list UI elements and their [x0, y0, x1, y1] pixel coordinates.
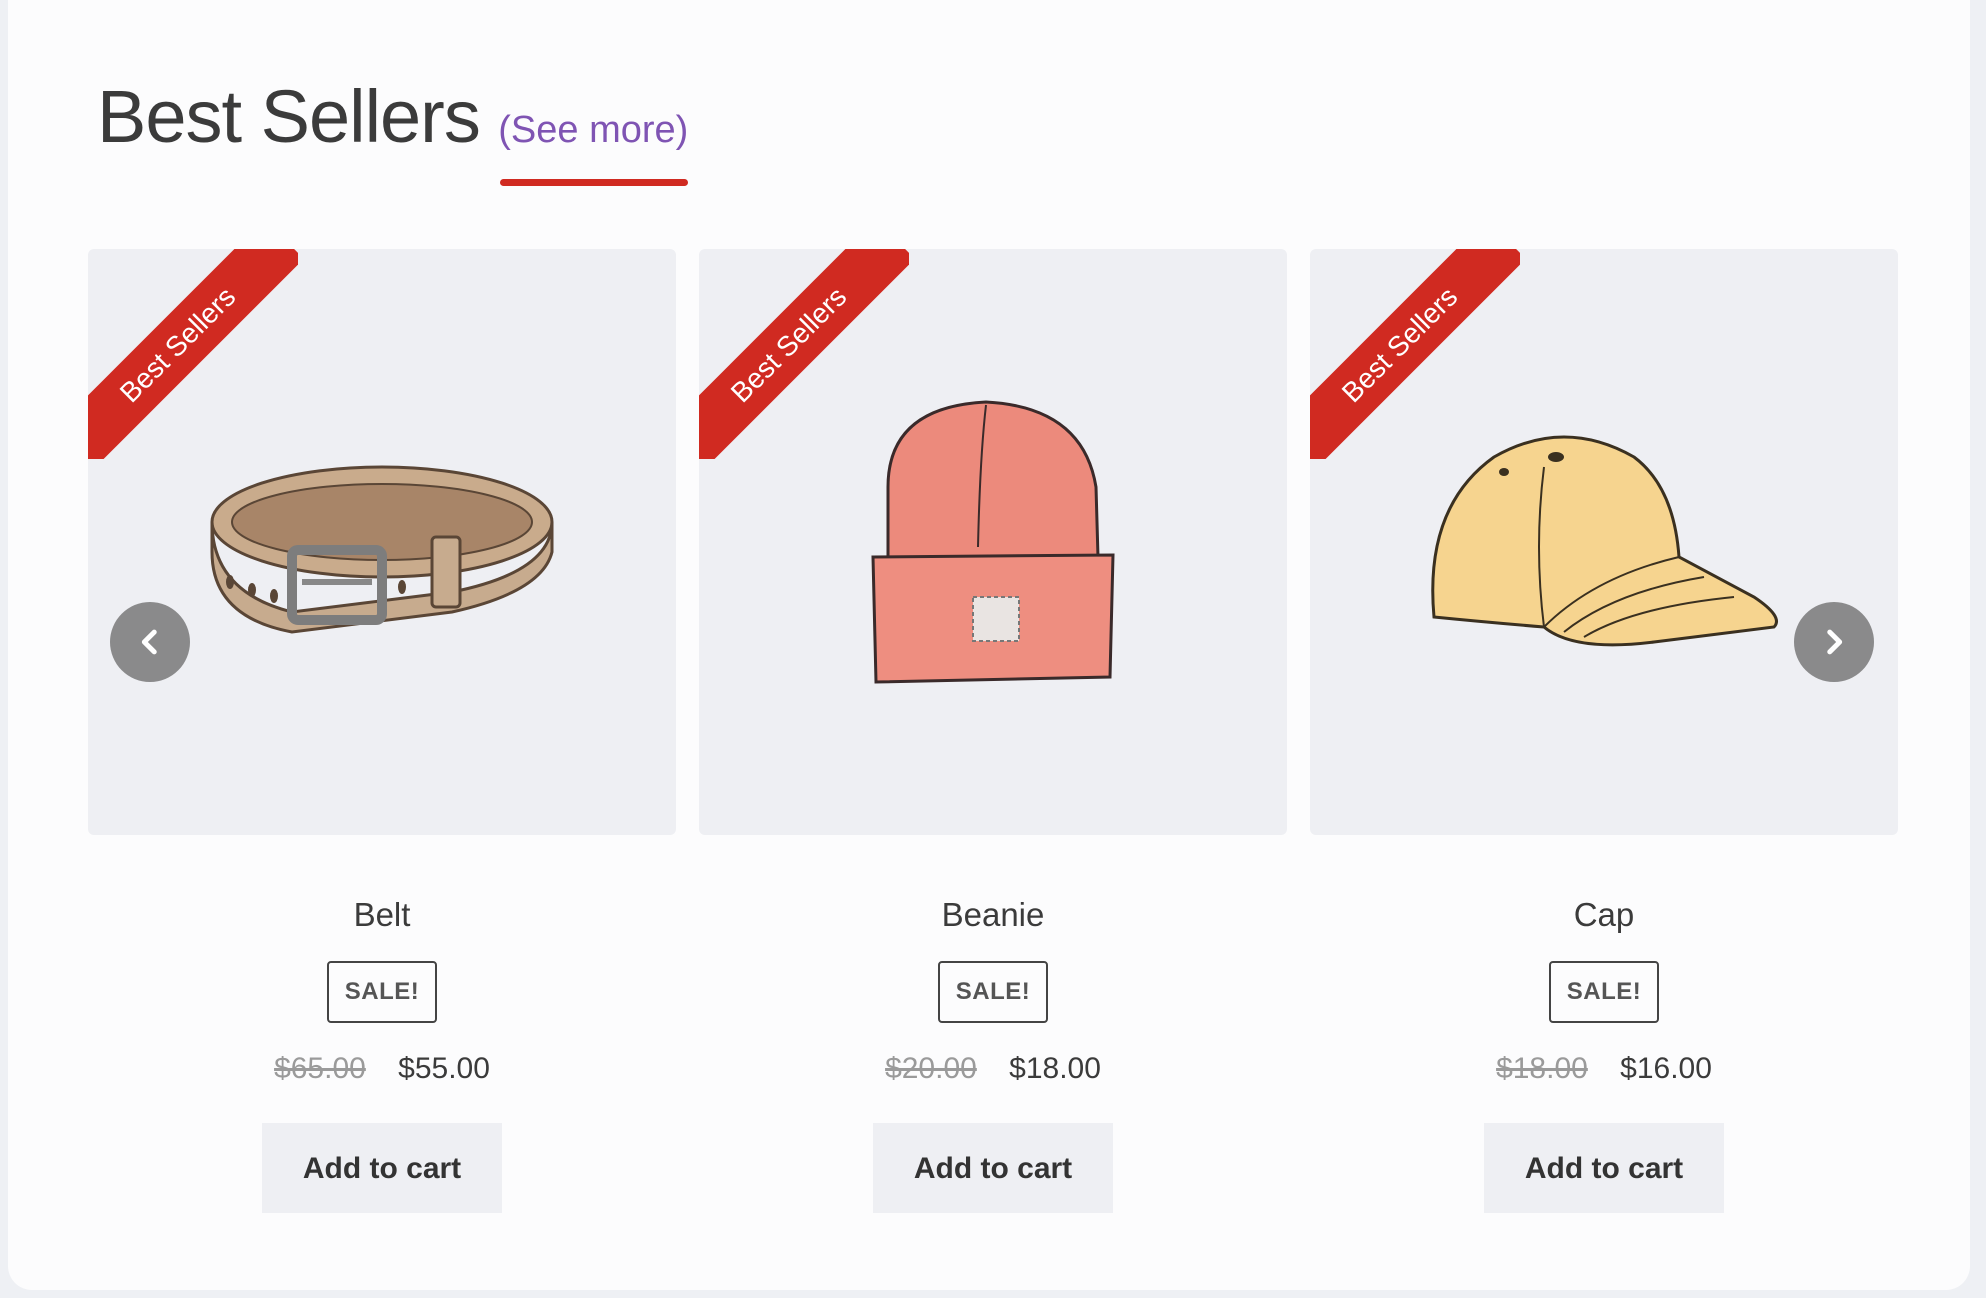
sale-price: $18.00: [1009, 1052, 1101, 1085]
cap-image: [1431, 435, 1778, 647]
ribbon-container: Best Sellers: [88, 249, 298, 459]
price-row: $18.00 $16.00: [1310, 1049, 1898, 1089]
product-card-cap: Best Sellers Cap SALE! $18.00 $16.00 Add…: [1310, 249, 1898, 1213]
product-card-beanie: Best Sellers Beanie SALE! $20.00 $18.00 …: [699, 249, 1287, 1213]
original-price: $65.00: [274, 1052, 366, 1085]
see-more-link[interactable]: (See more): [498, 109, 689, 186]
best-sellers-ribbon: Best Sellers: [88, 249, 298, 459]
original-price: $20.00: [885, 1052, 977, 1085]
original-price: $18.00: [1496, 1052, 1588, 1085]
sale-badge: SALE!: [1548, 961, 1660, 1023]
sale-badge: SALE!: [937, 961, 1049, 1023]
add-to-cart-button[interactable]: Add to cart: [262, 1123, 502, 1213]
product-card-belt: Best Sellers Belt SALE! $65.00 $55.00 Ad…: [88, 249, 676, 1213]
chevron-right-icon: [1827, 629, 1843, 655]
chevron-left-icon: [141, 629, 157, 655]
price-row: $65.00 $55.00: [88, 1049, 676, 1089]
add-to-cart-button[interactable]: Add to cart: [1484, 1123, 1724, 1213]
sale-badge: SALE!: [326, 961, 438, 1023]
belt-image: [210, 465, 554, 634]
add-to-cart-button[interactable]: Add to cart: [873, 1123, 1113, 1213]
product-image-container[interactable]: Best Sellers: [699, 249, 1287, 835]
sale-price: $16.00: [1620, 1052, 1712, 1085]
product-image-container[interactable]: Best Sellers: [1310, 249, 1898, 835]
price-row: $20.00 $18.00: [699, 1049, 1287, 1089]
sale-price: $55.00: [398, 1052, 490, 1085]
carousel-next-button[interactable]: [1794, 602, 1874, 682]
carousel-prev-button[interactable]: [110, 602, 190, 682]
section-title: Best Sellers: [97, 75, 481, 158]
beanie-image: [871, 400, 1115, 684]
product-name[interactable]: Cap: [1310, 895, 1898, 935]
section-header: Best Sellers (See more): [97, 72, 689, 192]
product-name[interactable]: Beanie: [699, 895, 1287, 935]
product-image-container[interactable]: Best Sellers: [88, 249, 676, 835]
product-name[interactable]: Belt: [88, 895, 676, 935]
